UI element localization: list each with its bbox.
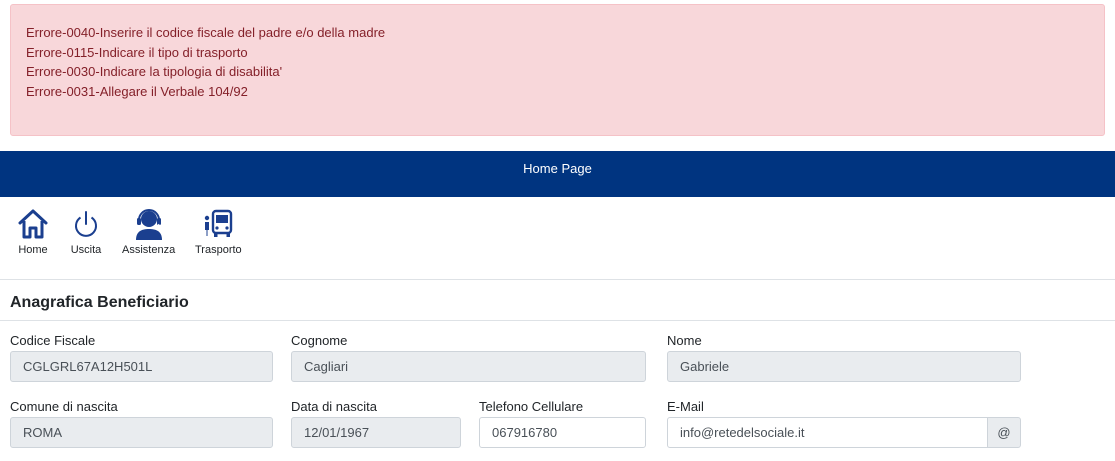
telefono-label: Telefono Cellulare [479, 399, 584, 414]
cognome-field[interactable]: Cagliari [291, 351, 646, 382]
home-label: Home [18, 244, 48, 256]
exit-label: Uscita [70, 244, 102, 256]
data-nascita-label: Data di nascita [291, 399, 377, 414]
error-message: Errore-0031-Allegare il Verbale 104/92 [26, 83, 248, 99]
headset-user-icon [135, 209, 162, 240]
email-addon: @ [987, 417, 1021, 448]
error-alert: Errore-0040-Inserire il codice fiscale d… [10, 4, 1105, 136]
email-field[interactable]: info@retedelsociale.it [667, 417, 988, 448]
transport-button[interactable]: Trasporto [195, 208, 242, 256]
comune-nascita-field[interactable]: ROMA [10, 417, 273, 448]
support-label: Assistenza [122, 244, 176, 256]
codice-fiscale-field[interactable]: CGLGRL67A12H501L [10, 351, 273, 382]
divider [0, 279, 1115, 280]
home-icon [18, 209, 48, 239]
exit-button[interactable]: Uscita [70, 208, 102, 256]
home-button[interactable]: Home [17, 208, 49, 256]
data-nascita-field[interactable]: 12/01/1967 [291, 417, 461, 448]
navbar-title[interactable]: Home Page [523, 161, 592, 176]
error-message: Errore-0040-Inserire il codice fiscale d… [26, 25, 386, 40]
telefono-field[interactable]: 067916780 [479, 417, 646, 448]
email-label: E-Mail [667, 399, 704, 414]
transport-label: Trasporto [195, 244, 242, 256]
error-message: Errore-0030-Indicare la tipologia di dis… [26, 64, 283, 79]
support-button[interactable]: Assistenza [122, 208, 175, 256]
bus-transport-icon [205, 209, 233, 237]
nome-field[interactable]: Gabriele [667, 351, 1021, 382]
cognome-label: Cognome [291, 333, 348, 348]
section-title: Anagrafica Beneficiario [10, 294, 189, 311]
codice-fiscale-label: Codice Fiscale [10, 333, 96, 348]
power-icon [75, 211, 97, 237]
nome-label: Nome [667, 333, 702, 348]
divider [0, 320, 1115, 321]
error-message: Errore-0115-Indicare il tipo di trasport… [26, 44, 248, 60]
comune-nascita-label: Comune di nascita [10, 399, 118, 414]
top-navbar: Home Page [0, 151, 1115, 197]
